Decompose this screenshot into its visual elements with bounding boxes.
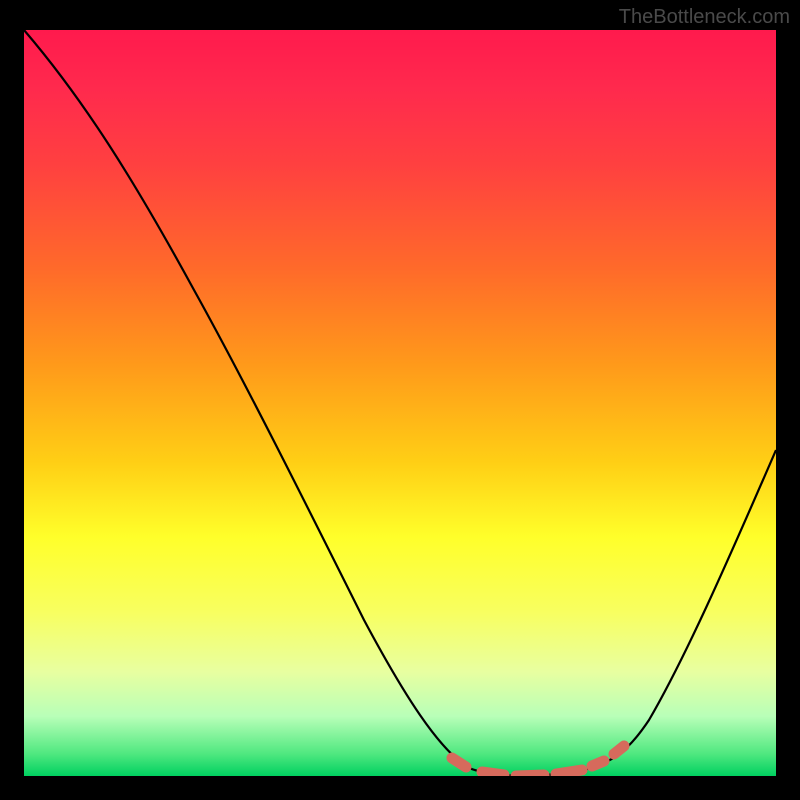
- chart-frame: TheBottleneck.com: [0, 0, 800, 800]
- curve-svg: [24, 30, 776, 776]
- plot-area: [24, 30, 776, 776]
- flat-region-markers: [452, 746, 624, 776]
- bottleneck-curve-path: [24, 30, 776, 776]
- watermark-text: TheBottleneck.com: [619, 6, 790, 29]
